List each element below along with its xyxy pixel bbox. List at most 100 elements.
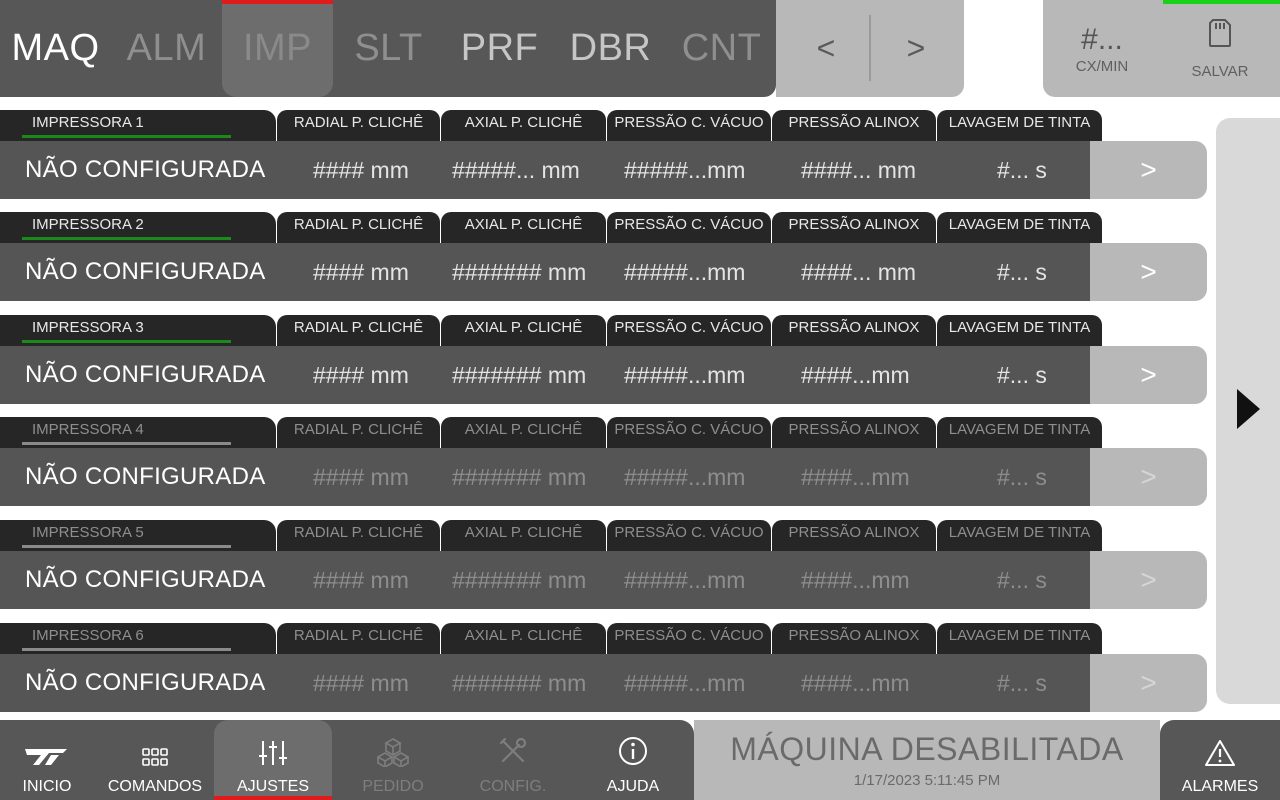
printer-name: IMPRESSORA 1 — [0, 110, 276, 141]
alarms-label: ALARMES — [1181, 778, 1259, 795]
printer-detail-button[interactable]: > — [1090, 654, 1207, 712]
printer-row-1: IMPRESSORA 1 RADIAL P. CLICHÊ AXIAL P. C… — [0, 110, 1210, 202]
alarms-button[interactable]: ALARMES — [1160, 720, 1280, 800]
printer-status: NÃO CONFIGURADA — [25, 361, 266, 388]
printer-name: IMPRESSORA 3 — [0, 315, 276, 346]
tab-prf[interactable]: PRF — [444, 0, 555, 97]
printer-enabled-line — [22, 648, 231, 651]
axial-value: ####### mm — [452, 464, 587, 490]
nav-inicio[interactable]: INICIO — [0, 720, 106, 800]
play-right-icon — [1234, 387, 1262, 436]
header-wash: LAVAGEM DE TINTA — [937, 110, 1102, 141]
save-button[interactable]: SALVAR — [1161, 0, 1279, 97]
radial-value: #### mm — [313, 670, 409, 696]
header-alinox: PRESSÃO ALINOX — [772, 520, 936, 551]
header-radial: RADIAL P. CLICHÊ — [277, 520, 440, 551]
axial-value: ####### mm — [452, 259, 587, 285]
wash-value: #... s — [997, 157, 1047, 183]
header-vacuum: PRESSÃO C. VÁCUO — [607, 520, 771, 551]
nav-comandos-label: COMANDOS — [107, 778, 203, 795]
next-tab-button[interactable]: > — [871, 0, 961, 97]
printer-detail-button[interactable]: > — [1090, 141, 1207, 199]
tab-maq[interactable]: MAQ — [0, 0, 111, 97]
axial-value: ####### mm — [452, 567, 587, 593]
printer-name-label: IMPRESSORA 3 — [32, 319, 144, 336]
vacuum-value: #####...mm — [624, 567, 746, 593]
radial-value: #### mm — [313, 567, 409, 593]
printer-status: NÃO CONFIGURADA — [25, 463, 266, 490]
header-alinox: PRESSÃO ALINOX — [772, 110, 936, 141]
prev-tab-button[interactable]: < — [781, 0, 871, 97]
printer-name-label: IMPRESSORA 1 — [32, 114, 144, 131]
rate-value: #... — [1081, 23, 1123, 56]
wash-value: #... s — [997, 670, 1047, 696]
tab-slt[interactable]: SLT — [333, 0, 444, 97]
header-axial: AXIAL P. CLICHÊ — [441, 212, 606, 243]
vacuum-value: #####...mm — [624, 259, 746, 285]
sliders-icon — [257, 739, 289, 772]
vacuum-value: #####...mm — [624, 464, 746, 490]
printer-name-label: IMPRESSORA 5 — [32, 524, 144, 541]
info-icon — [617, 735, 649, 772]
header-wash: LAVAGEM DE TINTA — [937, 623, 1102, 654]
printer-enabled-line — [22, 135, 231, 138]
header-axial: AXIAL P. CLICHÊ — [441, 417, 606, 448]
printer-detail-button[interactable]: > — [1090, 448, 1207, 506]
alinox-value: ####...mm — [801, 670, 910, 696]
wash-value: #... s — [997, 362, 1047, 388]
printer-name-label: IMPRESSORA 6 — [32, 627, 144, 644]
warning-icon — [1204, 739, 1236, 772]
header-axial: AXIAL P. CLICHÊ — [441, 520, 606, 551]
printer-detail-button[interactable]: > — [1090, 243, 1207, 301]
rate-display: #... CX/MIN — [1043, 0, 1161, 97]
printer-name: IMPRESSORA 6 — [0, 623, 276, 654]
printer-enabled-line — [22, 545, 231, 548]
boxes-icon — [376, 737, 410, 772]
tab-cnt[interactable]: CNT — [666, 0, 776, 97]
rate-label: CX/MIN — [1075, 58, 1129, 75]
header-wash: LAVAGEM DE TINTA — [937, 417, 1102, 448]
tools-icon — [497, 735, 529, 772]
tab-dbr[interactable]: DBR — [555, 0, 666, 97]
nav-ajustes[interactable]: AJUSTES — [214, 720, 332, 800]
alinox-value: ####...mm — [801, 464, 910, 490]
printer-enabled-line — [22, 442, 231, 445]
vacuum-value: #####...mm — [624, 670, 746, 696]
header-radial: RADIAL P. CLICHÊ — [277, 212, 440, 243]
printer-name: IMPRESSORA 2 — [0, 212, 276, 243]
next-page-panel[interactable] — [1216, 118, 1280, 704]
nav-pedido[interactable]: PEDIDO — [334, 720, 452, 800]
printer-status: NÃO CONFIGURADA — [25, 566, 266, 593]
nav-inicio-label: INICIO — [22, 778, 72, 795]
wash-value: #... s — [997, 464, 1047, 490]
nav-config[interactable]: CONFIG. — [454, 720, 572, 800]
nav-config-label: CONFIG. — [479, 778, 547, 795]
header-alinox: PRESSÃO ALINOX — [772, 623, 936, 654]
printer-name-label: IMPRESSORA 2 — [32, 216, 144, 233]
header-axial: AXIAL P. CLICHÊ — [441, 315, 606, 346]
top-tab-bar: MAQ ALM IMP SLT PRF DBR CNT — [0, 0, 776, 97]
wash-value: #... s — [997, 567, 1047, 593]
printer-detail-button[interactable]: > — [1090, 346, 1207, 404]
nav-comandos[interactable]: COMANDOS — [96, 720, 214, 800]
tab-imp[interactable]: IMP — [222, 0, 333, 97]
header-radial: RADIAL P. CLICHÊ — [277, 417, 440, 448]
header-vacuum: PRESSÃO C. VÁCUO — [607, 110, 771, 141]
printer-detail-button[interactable]: > — [1090, 551, 1207, 609]
save-label: SALVAR — [1191, 62, 1249, 80]
header-vacuum: PRESSÃO C. VÁCUO — [607, 623, 771, 654]
header-vacuum: PRESSÃO C. VÁCUO — [607, 417, 771, 448]
radial-value: #### mm — [313, 464, 409, 490]
printer-row-3: IMPRESSORA 3 RADIAL P. CLICHÊ AXIAL P. C… — [0, 315, 1210, 407]
header-radial: RADIAL P. CLICHÊ — [277, 315, 440, 346]
logo-icon — [21, 743, 73, 772]
nav-ajuda[interactable]: AJUDA — [574, 720, 692, 800]
header-radial: RADIAL P. CLICHÊ — [277, 623, 440, 654]
axial-value: #####... mm — [452, 157, 580, 183]
axial-value: ####### mm — [452, 670, 587, 696]
printer-name: IMPRESSORA 4 — [0, 417, 276, 448]
tab-alm[interactable]: ALM — [111, 0, 222, 97]
radial-value: #### mm — [313, 362, 409, 388]
nav-ajustes-label: AJUSTES — [236, 778, 309, 795]
axial-value: ####### mm — [452, 362, 587, 388]
